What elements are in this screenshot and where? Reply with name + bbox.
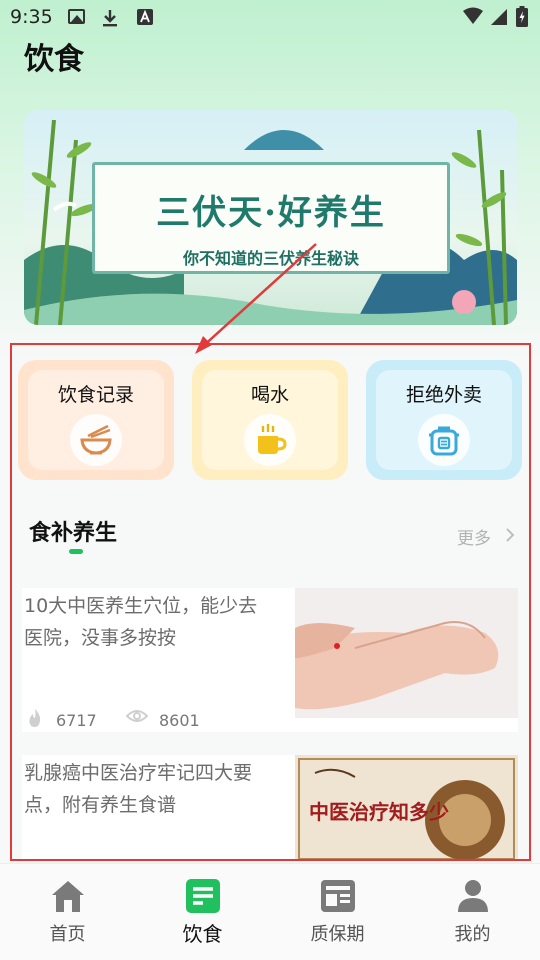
banner-card: 三伏天·好养生 你不知道的三伏养生秘诀 xyxy=(92,162,450,274)
drink-water-label: 喝水 xyxy=(250,384,289,406)
banner-title: 三伏天·好养生 xyxy=(156,193,386,233)
diet-record-label: 饮食记录 xyxy=(57,384,134,406)
shelf-life-icon xyxy=(320,880,355,912)
cooker-icon xyxy=(418,414,470,466)
image-icon xyxy=(68,9,85,24)
nav-profile[interactable]: 我的 xyxy=(405,864,540,960)
flame-icon xyxy=(26,708,44,732)
article-thumbnail: 中医治疗知多少 xyxy=(295,755,518,860)
status-bar: 9:35 xyxy=(0,0,540,34)
nav-profile-label: 我的 xyxy=(454,924,491,945)
article-title: 10大中医养生穴位，能少去医院，没事多按按 xyxy=(24,595,258,649)
nav-diet[interactable]: 饮食 xyxy=(135,864,270,960)
page-title: 饮食 xyxy=(24,42,84,77)
status-time: 9:35 xyxy=(10,6,53,28)
eye-icon xyxy=(125,708,149,728)
diet-record-card[interactable]: 饮食记录 xyxy=(18,360,174,480)
svg-text:中医治疗知多少: 中医治疗知多少 xyxy=(309,800,449,824)
drink-water-card[interactable]: 喝水 xyxy=(192,360,348,480)
section-indicator xyxy=(69,549,83,554)
nav-shelf-life-label: 质保期 xyxy=(310,924,365,945)
article-item[interactable]: 10大中医养生穴位，能少去医院，没事多按按 6717 8601 xyxy=(22,588,518,732)
nav-home-label: 首页 xyxy=(49,924,86,945)
promo-banner[interactable]: 三伏天·好养生 你不知道的三伏养生秘诀 xyxy=(24,110,517,325)
banner-subtitle: 你不知道的三伏养生秘诀 xyxy=(182,249,359,268)
chevron-right-icon[interactable] xyxy=(505,527,515,547)
a-notification-icon xyxy=(137,9,153,25)
article-item[interactable]: 乳腺癌中医治疗牢记四大要点，附有养生食谱 中医治疗知多少 xyxy=(22,755,518,860)
cellular-icon xyxy=(490,8,508,26)
nav-shelf-life[interactable]: 质保期 xyxy=(270,864,405,960)
likes-count: 6717 xyxy=(56,711,97,730)
bottom-nav: 首页 饮食 质保期 我的 xyxy=(0,863,540,960)
cup-icon xyxy=(244,414,296,466)
section-title: 食补养生 xyxy=(29,521,118,546)
wifi-icon xyxy=(462,7,484,25)
article-title: 乳腺癌中医治疗牢记四大要点，附有养生食谱 xyxy=(24,762,253,816)
nav-home[interactable]: 首页 xyxy=(0,864,135,960)
more-link[interactable]: 更多 xyxy=(457,524,491,549)
profile-icon xyxy=(457,880,488,912)
no-takeout-label: 拒绝外卖 xyxy=(405,384,482,406)
article-thumbnail xyxy=(295,588,518,732)
home-icon xyxy=(51,881,84,912)
bowl-icon xyxy=(70,414,122,466)
no-takeout-card[interactable]: 拒绝外卖 xyxy=(366,360,522,480)
nav-diet-label: 饮食 xyxy=(182,922,223,946)
download-icon xyxy=(102,9,118,27)
battery-charging-icon xyxy=(516,6,528,27)
diet-icon xyxy=(185,879,220,913)
views-count: 8601 xyxy=(159,711,200,730)
